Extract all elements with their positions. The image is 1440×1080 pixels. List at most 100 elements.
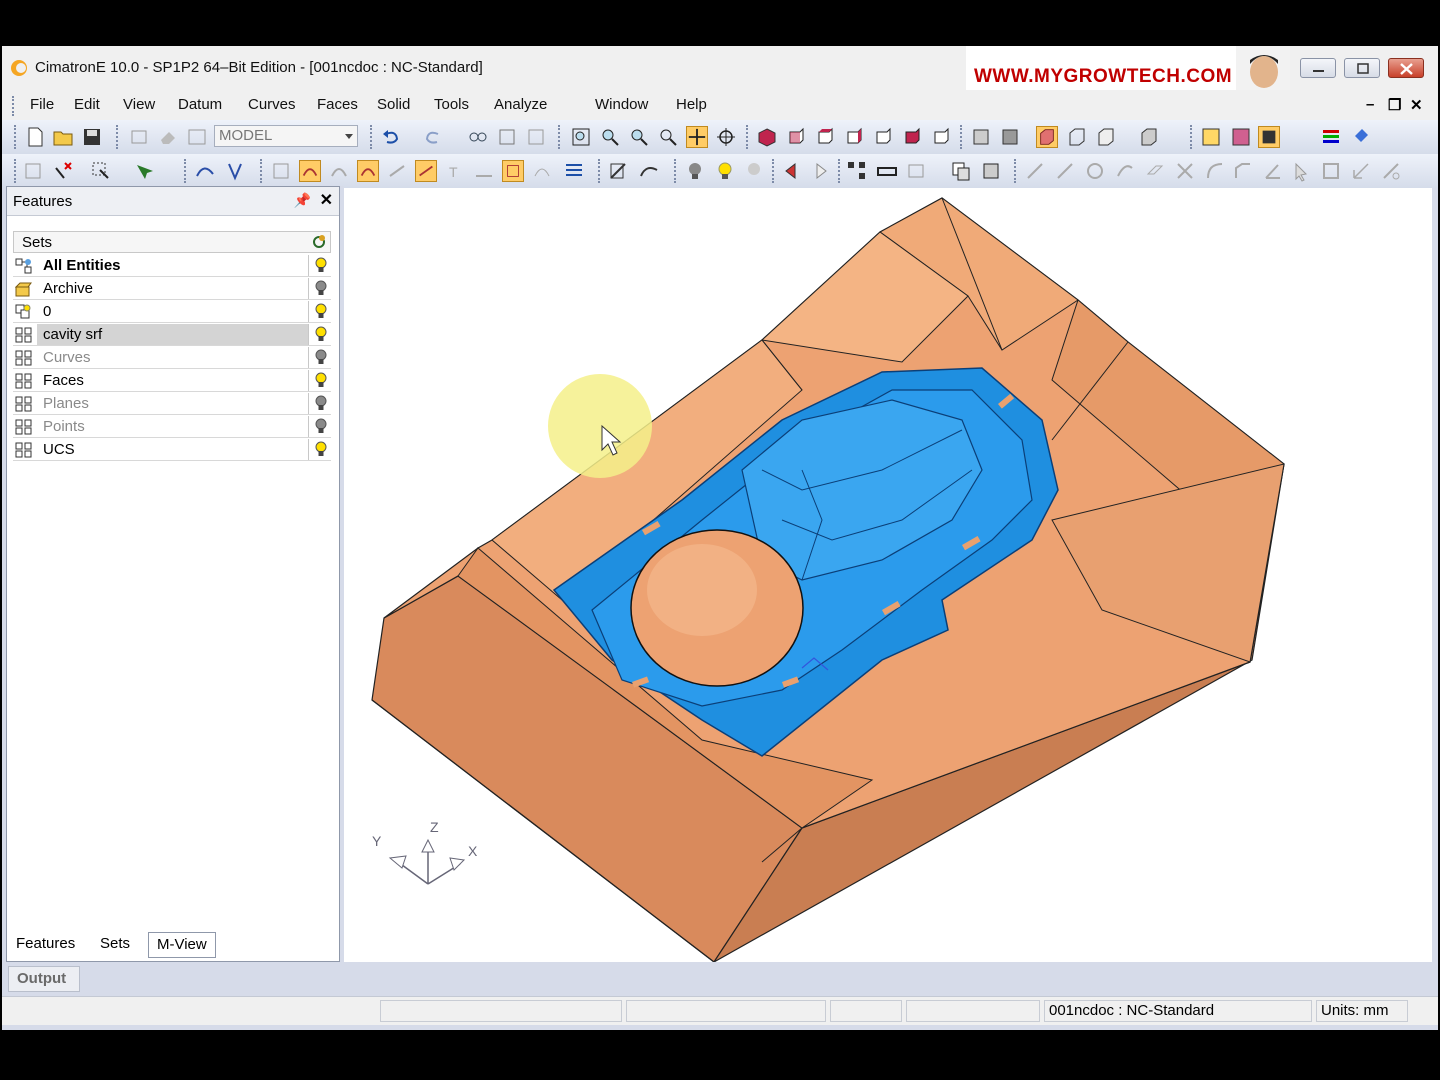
filter-faces-icon[interactable] (270, 160, 292, 182)
angle-icon[interactable] (1262, 160, 1284, 182)
bulb-on-icon[interactable] (314, 441, 328, 459)
model-icon[interactable] (128, 126, 150, 148)
offset-icon[interactable] (1144, 160, 1166, 182)
model-view[interactable]: Z Y X (344, 188, 1432, 963)
menu-window[interactable]: Window (595, 96, 648, 113)
zoom-all-icon[interactable] (570, 126, 592, 148)
filter-text-icon[interactable]: T (444, 160, 466, 182)
list-icon[interactable] (563, 160, 585, 182)
menu-solid[interactable]: Solid (377, 96, 410, 113)
restore-button[interactable] (1344, 58, 1380, 78)
sets-icon[interactable] (1258, 126, 1280, 148)
open-folder-icon[interactable] (52, 126, 74, 148)
color-palette-icon[interactable] (1320, 126, 1342, 148)
pan-icon[interactable] (686, 126, 708, 148)
refresh-sets-icon[interactable] (311, 234, 327, 250)
mdi-minimize-icon[interactable]: – (1366, 96, 1374, 113)
next-icon[interactable] (810, 160, 832, 182)
delete-icon[interactable] (52, 160, 74, 182)
filter-points-icon[interactable] (224, 160, 246, 182)
filter-curves-icon[interactable] (194, 160, 216, 182)
sketch-icon[interactable] (608, 160, 630, 182)
menu-edit[interactable]: Edit (74, 96, 100, 113)
tab-m-view[interactable]: M-View (148, 932, 216, 958)
shaded-mode-icon[interactable] (1036, 126, 1058, 148)
previous-icon[interactable] (780, 160, 802, 182)
filter-dims-icon[interactable] (473, 160, 495, 182)
toolbar-grip[interactable] (14, 159, 16, 183)
menu-view[interactable]: View (123, 96, 155, 113)
save-icon[interactable] (81, 126, 103, 148)
filter-more-icon[interactable] (531, 160, 553, 182)
set-row[interactable]: Faces (13, 370, 331, 392)
regenerate-icon[interactable] (186, 126, 208, 148)
frame-icon[interactable] (1320, 160, 1342, 182)
toolbar-grip[interactable] (14, 125, 16, 149)
paste-entity-icon[interactable] (980, 160, 1002, 182)
filter-surfaces-icon[interactable] (357, 160, 379, 182)
layers-icon[interactable] (1230, 126, 1252, 148)
paint-bucket-icon[interactable] (1350, 126, 1372, 148)
arc-icon[interactable] (1114, 160, 1136, 182)
mode-combo[interactable]: MODEL (214, 125, 358, 147)
graphics-viewport[interactable]: Z Y X (344, 188, 1432, 963)
wireframe-icon[interactable] (1066, 126, 1088, 148)
zoom-icon[interactable] (657, 126, 679, 148)
pick-icon[interactable] (132, 160, 154, 182)
filter-icon[interactable] (1200, 126, 1222, 148)
tab-features[interactable]: Features (8, 932, 83, 958)
undo-icon[interactable] (380, 126, 402, 148)
view-right-icon[interactable] (843, 126, 865, 148)
bulb-off-icon[interactable] (314, 395, 328, 413)
set-row[interactable]: UCS (13, 439, 331, 461)
filter-datum-icon[interactable] (386, 160, 408, 182)
line2-icon[interactable] (1054, 160, 1076, 182)
menu-grip[interactable] (12, 96, 17, 116)
redo-icon[interactable] (422, 126, 444, 148)
bulb-on-icon[interactable] (314, 303, 328, 321)
select-icon[interactable] (90, 160, 112, 182)
filter-sets-icon[interactable] (328, 160, 350, 182)
hidden-line-icon[interactable] (1095, 126, 1117, 148)
view-iso-icon[interactable] (756, 126, 778, 148)
pin-icon[interactable]: 📌 (294, 192, 311, 209)
set-row[interactable]: Archive (13, 278, 331, 300)
light-toggle-icon[interactable] (743, 160, 765, 182)
bulb-off-icon[interactable] (314, 280, 328, 298)
zoom-dynamic-icon[interactable] (628, 126, 650, 148)
menu-analyze[interactable]: Analyze (494, 96, 547, 113)
trim-icon[interactable] (1174, 160, 1196, 182)
filter-edges-icon[interactable] (415, 160, 437, 182)
view-bottom-icon[interactable] (901, 126, 923, 148)
set-row[interactable]: Planes (13, 393, 331, 415)
bulb-off-icon[interactable] (314, 349, 328, 367)
filter-all-icon[interactable] (502, 160, 524, 182)
menu-faces[interactable]: Faces (317, 96, 358, 113)
tab-sets[interactable]: Sets (92, 932, 138, 958)
bulb-on-icon[interactable] (314, 326, 328, 344)
set-row[interactable]: Curves (13, 347, 331, 369)
output-tab[interactable]: Output (8, 966, 80, 992)
set-row[interactable]: Points (13, 416, 331, 438)
chamfer-icon[interactable] (1232, 160, 1254, 182)
ruler-icon[interactable] (876, 160, 898, 182)
bulb-on-icon[interactable] (314, 372, 328, 390)
mdi-restore-icon[interactable]: ❐ (1388, 96, 1401, 114)
line-icon[interactable] (1024, 160, 1046, 182)
circle-icon[interactable] (1084, 160, 1106, 182)
panel-close-icon[interactable]: ✕ (320, 190, 333, 210)
minimize-button[interactable] (1300, 58, 1336, 78)
view-left-icon[interactable] (930, 126, 952, 148)
fillet-icon[interactable] (1204, 160, 1226, 182)
zoom-window-icon[interactable] (599, 126, 621, 148)
light-bulb-icon[interactable] (684, 160, 706, 182)
hide-icon[interactable] (525, 126, 547, 148)
ucs-icon[interactable] (1350, 160, 1372, 182)
view-back-icon[interactable] (872, 126, 894, 148)
tools-icon[interactable] (1380, 160, 1402, 182)
spline-icon[interactable] (638, 160, 660, 182)
measure-icon[interactable] (906, 160, 928, 182)
menu-tools[interactable]: Tools (434, 96, 469, 113)
close-button[interactable] (1388, 58, 1424, 78)
select-box-icon[interactable] (22, 160, 44, 182)
